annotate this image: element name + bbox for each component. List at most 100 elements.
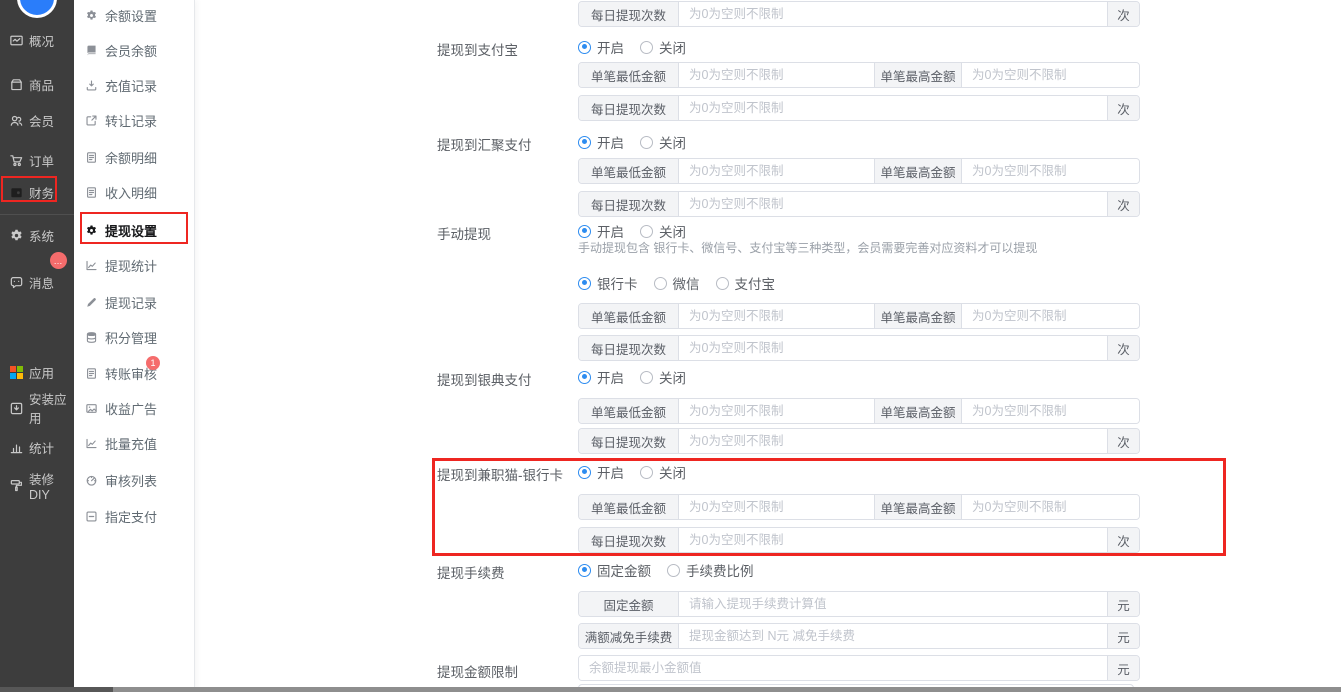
sidebar-item-system[interactable]: 系统: [0, 226, 74, 244]
alipay-max-input[interactable]: [962, 63, 1139, 87]
radio-wechat[interactable]: 微信: [654, 273, 700, 293]
input-prepend-label: 每日提现次数: [579, 336, 679, 360]
huiju-daily-count-row: 每日提现次数 次: [578, 191, 1140, 217]
submenu-item-withdraw-settings[interactable]: 提现设置: [74, 221, 195, 239]
alipay-min-input[interactable]: [679, 63, 874, 87]
submenu-item-balance-settings[interactable]: 余额设置: [74, 6, 195, 24]
unit-times-append: 次: [1107, 2, 1139, 26]
yindian-min-input[interactable]: [679, 399, 874, 423]
input-prepend-label: 满额减免手续费: [579, 624, 679, 648]
sidebar-item-orders[interactable]: 订单: [0, 151, 74, 169]
unit-times-append: 次: [1107, 429, 1139, 453]
batch-recharge-chart-icon: [85, 437, 98, 450]
submenu-item-income-detail[interactable]: 收入明细: [74, 183, 195, 201]
radio-selected-icon: [578, 225, 591, 238]
goods-icon: [9, 77, 24, 92]
submenu-item-balance-detail[interactable]: 余额明细: [74, 148, 195, 166]
huiju-max-input[interactable]: [962, 159, 1139, 183]
submenu-item-withdraw-stats[interactable]: 提现统计: [74, 256, 195, 274]
field-label-fee: 提现手续费: [437, 562, 505, 582]
field-label-manual: 手动提现: [437, 223, 491, 243]
manual-daily-input[interactable]: [679, 336, 1107, 360]
submenu-item-label: 提现设置: [105, 221, 157, 240]
sidebar-item-statistics[interactable]: 统计: [0, 438, 74, 456]
radio-fixed-amount[interactable]: 固定金额: [578, 560, 651, 580]
radio-on[interactable]: 开启: [578, 462, 624, 482]
submenu-item-assigned-pay[interactable]: 指定支付: [74, 507, 195, 525]
huiju-daily-input[interactable]: [679, 192, 1107, 216]
install-apps-icon: [9, 401, 24, 416]
unit-yuan-append: 元: [1107, 656, 1139, 680]
sidebar-item-decorate-diy[interactable]: 装修DIY: [0, 476, 74, 494]
submenu-item-points-manage[interactable]: 积分管理: [74, 328, 195, 346]
ad-revenue-image-icon: [85, 402, 98, 415]
sidebar-item-label: 会员: [29, 111, 54, 130]
app-logo-avatar[interactable]: [17, 0, 57, 18]
fee-fixed-amount-input[interactable]: [679, 592, 1107, 616]
withdraw-limit-input[interactable]: [579, 656, 1107, 680]
submenu-item-label: 转让记录: [105, 111, 157, 130]
yindian-min-max-row: 单笔最低金额 单笔最高金额: [578, 398, 1140, 424]
radio-off[interactable]: 关闭: [640, 367, 686, 387]
unit-yuan-append: 元: [1107, 592, 1139, 616]
submenu-item-batch-recharge[interactable]: 批量充值: [74, 434, 195, 452]
sidebar-item-messages[interactable]: 消息: [0, 273, 74, 291]
submenu-item-recharge-records[interactable]: 充值记录: [74, 76, 195, 94]
radio-off[interactable]: 关闭: [640, 132, 686, 152]
sidebar-item-goods[interactable]: 商品: [0, 75, 74, 93]
fee-waiver-input[interactable]: [679, 624, 1107, 648]
submenu-item-withdraw-records[interactable]: 提现记录: [74, 293, 195, 311]
messages-badge: …: [50, 252, 67, 269]
sidebar-item-install-apps[interactable]: 安装应用: [0, 399, 74, 417]
sidebar-item-label: 应用: [29, 363, 54, 382]
audit-list-gauge-icon: [85, 474, 98, 487]
yindian-daily-input[interactable]: [679, 429, 1107, 453]
alipay-daily-input[interactable]: [679, 96, 1107, 120]
radio-off[interactable]: 关闭: [640, 221, 686, 241]
radio-off[interactable]: 关闭: [640, 37, 686, 57]
sidebar-item-apps[interactable]: 应用: [0, 363, 74, 381]
radio-selected-icon: [578, 277, 591, 290]
submenu-item-ad-revenue[interactable]: 收益广告: [74, 399, 195, 417]
transfer-audit-badge: 1: [146, 356, 160, 370]
jianzhimao-onoff-radios: 开启 关闭: [578, 462, 686, 482]
daily-count-input[interactable]: [679, 2, 1107, 26]
radio-off[interactable]: 关闭: [640, 462, 686, 482]
submenu-item-label: 余额设置: [105, 6, 157, 25]
submenu-item-audit-list[interactable]: 审核列表: [74, 471, 195, 489]
jianzhimao-min-input[interactable]: [679, 495, 874, 519]
sidebar-item-label: 系统: [29, 226, 54, 245]
manual-min-input[interactable]: [679, 304, 874, 328]
sidebar-item-overview[interactable]: 概况: [0, 31, 74, 49]
horizontal-scrollbar[interactable]: [0, 687, 1341, 692]
jianzhimao-daily-input[interactable]: [679, 528, 1107, 552]
radio-on[interactable]: 开启: [578, 221, 624, 241]
radio-unselected-icon: [640, 225, 653, 238]
yindian-max-input[interactable]: [962, 399, 1139, 423]
radio-on[interactable]: 开启: [578, 37, 624, 57]
input-prepend-label: 每日提现次数: [579, 2, 679, 26]
field-label-yindian: 提现到银典支付: [437, 369, 532, 389]
radio-on[interactable]: 开启: [578, 132, 624, 152]
horizontal-scrollbar-thumb[interactable]: [0, 687, 113, 692]
statistics-bars-icon: [9, 440, 24, 455]
radio-alipay-method[interactable]: 支付宝: [716, 273, 776, 293]
submenu-item-label: 充值记录: [105, 76, 157, 95]
radio-on[interactable]: 开启: [578, 367, 624, 387]
radio-bank-card[interactable]: 银行卡: [578, 273, 638, 293]
submenu-item-transfer-records[interactable]: 转让记录: [74, 111, 195, 129]
sidebar-item-label: 概况: [29, 31, 54, 50]
sidebar-item-members[interactable]: 会员: [0, 111, 74, 129]
manual-max-input[interactable]: [962, 304, 1139, 328]
sidebar-item-finance[interactable]: 财务: [0, 183, 74, 201]
alipay-daily-count-row: 每日提现次数 次: [578, 95, 1140, 121]
huiju-min-input[interactable]: [679, 159, 874, 183]
radio-fee-ratio[interactable]: 手续费比例: [667, 560, 754, 580]
field-label-alipay: 提现到支付宝: [437, 39, 518, 59]
income-detail-doc-icon: [85, 186, 98, 199]
balance-settings-gear-icon: [85, 9, 98, 22]
submenu-item-transfer-audit[interactable]: 转账审核: [74, 364, 195, 382]
jianzhimao-max-input[interactable]: [962, 495, 1139, 519]
submenu-item-member-balance[interactable]: 会员余额: [74, 41, 195, 59]
jianzhimao-min-max-row: 单笔最低金额 单笔最高金额: [578, 494, 1140, 520]
